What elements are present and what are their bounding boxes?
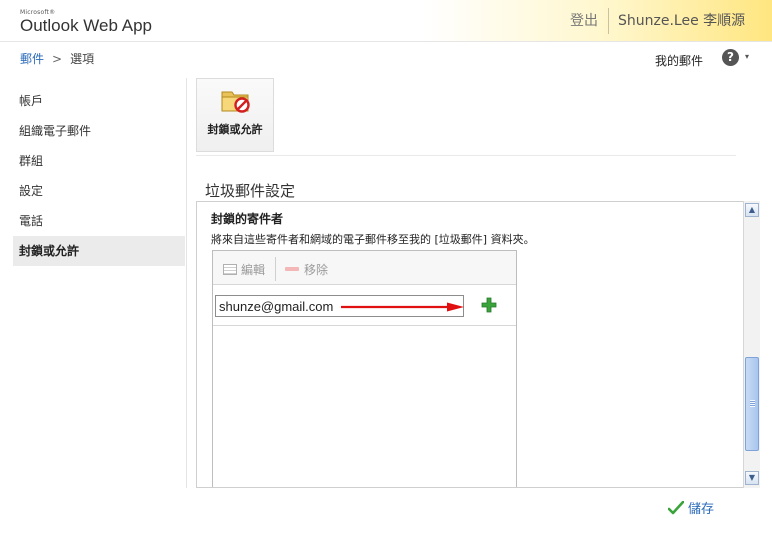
- blocked-senders-title: 封鎖的寄件者: [211, 212, 284, 226]
- chevron-down-icon[interactable]: ▾: [745, 52, 749, 61]
- app-header: Microsoft® Outlook Web App 登出 Shunze.Lee…: [0, 0, 772, 42]
- breadcrumb-separator: >: [52, 52, 63, 66]
- folder-block-icon: [221, 91, 250, 113]
- panel-scrollbar[interactable]: ▲ ▼: [743, 201, 760, 488]
- add-sender-row: [213, 285, 516, 326]
- remove-button-label: 移除: [304, 263, 329, 277]
- sidebar-divider: [186, 78, 187, 488]
- sidebar-item-account[interactable]: 帳戶: [13, 86, 185, 116]
- sidebar-item-phone[interactable]: 電話: [13, 206, 185, 236]
- my-mail-link[interactable]: 我的郵件: [655, 52, 703, 69]
- breadcrumb: 郵件 > 選項: [20, 50, 94, 67]
- sidebar-item-settings[interactable]: 設定: [13, 176, 185, 206]
- sidebar-nav: 帳戶 組織電子郵件 群組 設定 電話 封鎖或允許: [13, 86, 185, 266]
- edit-icon: [223, 264, 237, 275]
- blocked-senders-list: 編輯 移除: [212, 250, 517, 487]
- toolbar-divider: [275, 257, 276, 281]
- list-toolbar: 編輯 移除: [213, 251, 516, 285]
- scroll-thumb[interactable]: [745, 357, 759, 451]
- sign-out-link[interactable]: 登出: [570, 10, 598, 30]
- scroll-down-button[interactable]: ▼: [745, 471, 759, 485]
- save-button[interactable]: 儲存: [668, 498, 714, 517]
- help-icon[interactable]: ?: [722, 49, 739, 66]
- tile-label: 封鎖或允許: [207, 123, 263, 136]
- green-plus-icon[interactable]: [481, 297, 497, 313]
- remove-icon: [285, 267, 299, 271]
- scroll-grip: [750, 400, 755, 407]
- red-arrow-annotation: [341, 302, 464, 312]
- block-allow-tab[interactable]: 封鎖或允許: [196, 78, 274, 152]
- brand-name: Outlook Web App: [20, 16, 152, 35]
- junk-settings-panel: 封鎖的寄件者 將來自這些寄件者和網域的電子郵件移至我的 [垃圾郵件] 資料夾。 …: [196, 201, 760, 488]
- save-button-label: 儲存: [688, 502, 715, 517]
- remove-button[interactable]: 移除: [285, 261, 328, 278]
- edit-button[interactable]: 編輯: [223, 261, 265, 278]
- edit-button-label: 編輯: [241, 263, 266, 277]
- breadcrumb-current: 選項: [70, 52, 95, 66]
- app-logo: Microsoft® Outlook Web App: [20, 10, 152, 36]
- section-title: 垃圾郵件設定: [205, 182, 296, 200]
- tile-divider: [196, 155, 736, 156]
- green-check-icon: [668, 501, 684, 515]
- sidebar-item-block-allow[interactable]: 封鎖或允許: [13, 236, 185, 266]
- scroll-up-button[interactable]: ▲: [745, 203, 759, 217]
- header-divider: [608, 8, 609, 34]
- sidebar-item-org-email[interactable]: 組織電子郵件: [13, 116, 185, 146]
- user-name[interactable]: Shunze.Lee 李順源: [618, 10, 745, 30]
- blocked-senders-description: 將來自這些寄件者和網域的電子郵件移至我的 [垃圾郵件] 資料夾。: [211, 233, 535, 246]
- breadcrumb-mail-link[interactable]: 郵件: [20, 52, 44, 66]
- sidebar-item-groups[interactable]: 群組: [13, 146, 185, 176]
